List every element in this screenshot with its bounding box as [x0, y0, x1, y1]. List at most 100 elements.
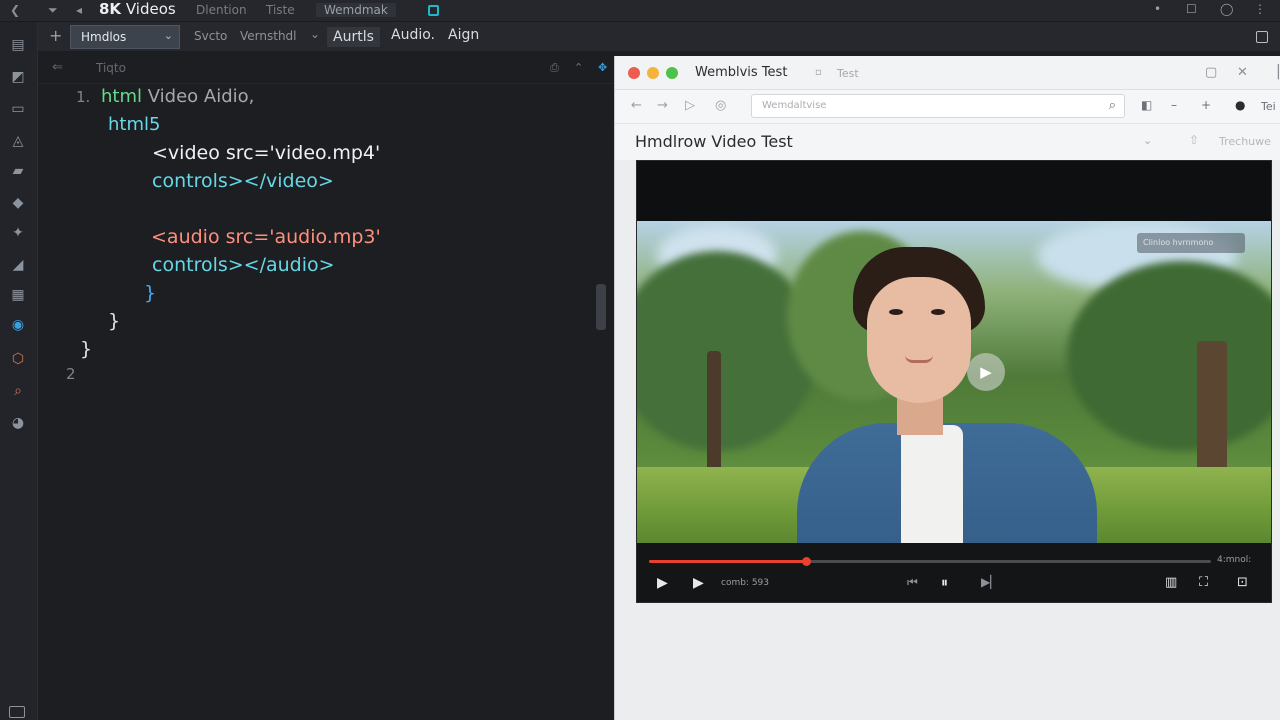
page-header: Hmdlrow Video Test ⌄ ⇧ Trechuwe — [615, 124, 1280, 160]
play-overlay-button[interactable]: ▶ — [967, 353, 1005, 391]
code-brace: } — [108, 310, 121, 332]
file-select-value: Hmdlos — [81, 30, 127, 44]
code-line-4: controls></video> — [152, 170, 334, 192]
forward-icon[interactable]: ◂ — [76, 3, 82, 17]
settings-icon[interactable]: ◕ — [9, 414, 27, 432]
minimize-icon[interactable]: • — [1154, 2, 1161, 16]
toolbar-item-1[interactable]: Svcto — [194, 29, 227, 43]
forward-arrow-icon[interactable]: → — [657, 98, 668, 113]
progress-fill — [649, 560, 807, 563]
file-select[interactable]: Hmdlos ⌄ — [70, 25, 180, 49]
video-frame[interactable]: ▶ Clinloo hvrnmono — [637, 221, 1271, 543]
fullscreen-icon[interactable]: ⛶ — [1199, 575, 1208, 590]
maximize-icon[interactable]: ☐ — [1186, 2, 1197, 16]
duration-label: 4:mnol: — [1217, 555, 1252, 565]
editor-scrollbar[interactable] — [596, 284, 606, 330]
files-icon[interactable]: ▤ — [9, 36, 27, 54]
search-icon[interactable]: ⌕ — [1109, 98, 1116, 113]
picture-in-picture-icon[interactable]: ⊡ — [1237, 575, 1248, 590]
panel-toggle-icon[interactable] — [9, 706, 25, 718]
zoom-out-icon[interactable]: – — [1171, 98, 1177, 112]
face — [867, 277, 971, 403]
menu-item-1[interactable]: Dlention — [196, 3, 247, 17]
more-icon[interactable]: ⋮ — [1254, 2, 1266, 16]
chevron-down-icon[interactable]: ⌄ — [310, 27, 320, 41]
layers-icon[interactable]: ▦ — [9, 286, 27, 304]
toolbar-item-audio-tools[interactable]: Aurtls — [327, 27, 380, 47]
pin-icon[interactable]: ⏷ — [48, 3, 58, 18]
close-icon[interactable]: ✕ — [1237, 65, 1248, 80]
line-number: 2 — [66, 365, 76, 383]
edit-icon[interactable]: ◢ — [9, 256, 27, 274]
toolbar-text: Tei — [1261, 100, 1276, 113]
menu-item-3[interactable]: Wemdmak — [316, 3, 396, 17]
progress-handle[interactable] — [802, 557, 812, 566]
lock-icon[interactable]: ⎙ — [550, 61, 559, 75]
code-editor[interactable]: ⇐ Tiqto ⎙ ⌃ ✥ 1. html Video Aidio, html5… — [9, 52, 614, 720]
menu-item-2[interactable]: Tiste — [266, 3, 295, 17]
testing-icon[interactable]: ✦ — [9, 224, 27, 242]
toolbar-item-align[interactable]: Aign — [448, 27, 479, 43]
zoom-window-button[interactable] — [666, 67, 678, 79]
share-label[interactable]: Trechuwe — [1219, 135, 1271, 148]
git-icon[interactable]: ▭ — [9, 100, 27, 118]
tab-close-icon[interactable]: ▫ — [815, 67, 822, 78]
code-line-1: html Video Aidio, — [101, 86, 254, 107]
accent-square-icon[interactable] — [428, 5, 439, 16]
skip-button[interactable]: ▶▏ — [981, 575, 999, 589]
toolbar: + Hmdlos ⌄ Svcto Vernsthdl ⌄ Aurtls Audi… — [38, 22, 1280, 52]
tree-canopy — [637, 251, 817, 451]
editor-tab-title[interactable]: Tiqto — [96, 61, 126, 75]
next-play-button[interactable]: ▶ — [693, 575, 704, 591]
browser-tab-2[interactable]: Test — [837, 67, 859, 80]
toolbar-item-2[interactable]: Vernsthdl — [240, 29, 297, 43]
current-time-label: comb: 593 — [721, 578, 770, 588]
sidebar-icon[interactable]: ▕ — [1269, 65, 1279, 80]
browser-titlebar: Wemblvis Test ▫ Test ▢ ✕ ▕ — [615, 56, 1280, 90]
chevron-down-icon[interactable]: ⌄ — [1143, 134, 1152, 147]
account-icon[interactable]: ◯ — [1220, 2, 1233, 16]
reload-icon[interactable]: ◎ — [715, 98, 726, 113]
move-icon[interactable]: ✥ — [598, 61, 607, 74]
minimize-window-button[interactable] — [647, 67, 659, 79]
zoom-in-icon[interactable]: + — [1201, 98, 1211, 112]
back-icon[interactable]: ❮ — [10, 3, 20, 17]
video-badge: Clinloo hvrnmono — [1137, 233, 1245, 253]
extensions-icon[interactable]: ▰ — [9, 162, 27, 180]
activity-bar: ▤ ◩ ▭ ◬ ▰ ◆ ✦ ◢ ▦ ◉ ⬡ ⌕ ◕ — [0, 22, 38, 720]
close-window-button[interactable] — [628, 67, 640, 79]
pause-button[interactable]: ⏸ — [941, 575, 948, 591]
play-button[interactable]: ▶ — [657, 575, 668, 591]
code-keyword: html — [101, 86, 143, 107]
line-number: 1. — [76, 88, 91, 106]
back-icon[interactable]: ⇐ — [52, 60, 63, 75]
address-bar[interactable]: Wemdaltvise ⌕ — [751, 94, 1125, 118]
share-icon[interactable]: ⇧ — [1189, 133, 1199, 147]
debug-icon[interactable]: ◬ — [9, 132, 27, 150]
reader-icon[interactable]: ◧ — [1141, 98, 1152, 112]
add-icon[interactable]: + — [49, 26, 62, 45]
html-icon[interactable]: ⬡ — [9, 350, 27, 368]
remote-icon[interactable]: ◆ — [9, 194, 27, 212]
code-line-6: controls></audio> — [152, 254, 335, 276]
video-player[interactable]: ▶ Clinloo hvrnmono 4:mnol: ▶ ▶ comb: 593… — [636, 160, 1272, 603]
play-icon[interactable]: ▷ — [685, 98, 695, 113]
eye — [889, 309, 903, 315]
app-title: 8K Videos — [99, 0, 176, 18]
toolbar-item-audio[interactable]: Audio. — [391, 27, 435, 43]
back-arrow-icon[interactable]: ← — [631, 98, 642, 113]
layout-toggle-icon[interactable] — [1256, 31, 1268, 43]
code-line-5: <audio src='audio.mp3' — [151, 226, 381, 248]
browser-tab-active[interactable]: Wemblvis Test — [695, 65, 787, 80]
captions-icon[interactable]: ▥ — [1165, 575, 1177, 590]
cloud-icon[interactable]: ◉ — [9, 316, 27, 334]
up-icon[interactable]: ⌃ — [574, 61, 583, 74]
restore-icon[interactable]: ▢ — [1205, 65, 1217, 80]
previous-button[interactable]: ⏮ — [907, 575, 918, 590]
progress-bar[interactable] — [649, 557, 1211, 566]
code-video-tag: <video src='video.mp4' — [152, 142, 381, 164]
profile-icon[interactable]: ● — [1235, 98, 1245, 112]
find-icon[interactable]: ⌕ — [9, 382, 27, 400]
search-icon[interactable]: ◩ — [9, 68, 27, 86]
tree-trunk — [1197, 341, 1227, 481]
